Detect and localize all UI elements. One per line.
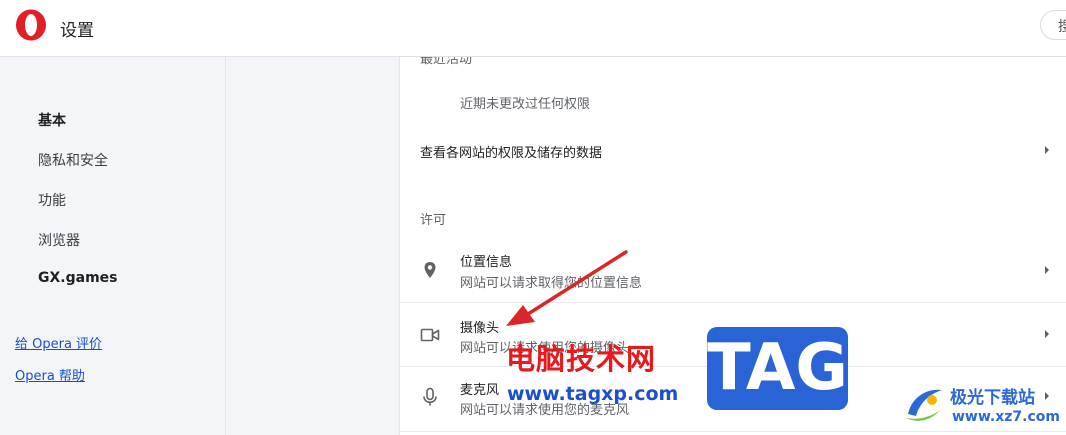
recent-activity-header: 最近活动 — [420, 57, 473, 67]
permission-title-location: 位置信息 — [460, 255, 513, 270]
camera-icon — [420, 328, 440, 342]
microphone-icon — [423, 387, 437, 406]
permission-title-microphone: 麦克风 — [460, 383, 500, 398]
all-sites-permissions-label: 查看各网站的权限及储存的数据 — [420, 146, 603, 161]
sidebar: 基本 隐私和安全 功能 浏览器 GX.games 给 Opera 评价 Oper… — [0, 57, 226, 435]
row-divider — [400, 431, 1066, 432]
permission-desc-microphone: 网站可以请求使用您的麦克风 — [460, 403, 630, 418]
permission-row-location[interactable]: 位置信息 网站可以请求取得您的位置信息 — [400, 243, 1066, 301]
sidebar-item-browser[interactable]: 浏览器 — [38, 230, 80, 250]
permission-row-microphone[interactable]: 麦克风 网站可以请求使用您的麦克风 — [400, 367, 1066, 429]
permission-desc-location: 网站可以请求取得您的位置信息 — [460, 276, 643, 291]
opera-logo-icon[interactable] — [15, 9, 47, 41]
rate-opera-link[interactable]: 给 Opera 评价 — [15, 333, 102, 352]
permission-desc-camera: 网站可以请求使用您的摄像头 — [460, 341, 630, 356]
location-pin-icon — [424, 262, 436, 278]
page-title: 设置 — [60, 21, 94, 41]
sidebar-spacer — [226, 57, 400, 435]
search-button[interactable]: 搜 — [1040, 10, 1066, 40]
permission-row-camera[interactable]: 摄像头 网站可以请求使用您的摄像头 — [400, 303, 1066, 365]
chevron-right-icon — [1045, 330, 1049, 338]
permissions-section-title: 许可 — [420, 213, 447, 228]
chevron-right-icon — [1045, 266, 1049, 274]
main-content[interactable]: 最近活动 近期未更改过任何权限 查看各网站的权限及储存的数据 许可 位置信息 网… — [400, 57, 1066, 435]
recent-activity-note: 近期未更改过任何权限 — [460, 97, 591, 112]
search-button-label: 搜 — [1058, 19, 1066, 35]
top-header: 设置 搜 — [0, 0, 1066, 57]
all-sites-permissions-row[interactable]: 查看各网站的权限及储存的数据 — [400, 129, 1066, 171]
chevron-right-icon — [1045, 392, 1049, 400]
sidebar-item-privacy-security[interactable]: 隐私和安全 — [38, 150, 108, 170]
opera-help-link[interactable]: Opera 帮助 — [15, 365, 85, 384]
sidebar-item-features[interactable]: 功能 — [38, 190, 66, 210]
sidebar-item-basic[interactable]: 基本 — [38, 110, 66, 130]
permission-title-camera: 摄像头 — [460, 321, 500, 336]
chevron-right-icon — [1045, 146, 1049, 154]
sidebar-item-gx-games[interactable]: GX.games — [38, 270, 118, 286]
